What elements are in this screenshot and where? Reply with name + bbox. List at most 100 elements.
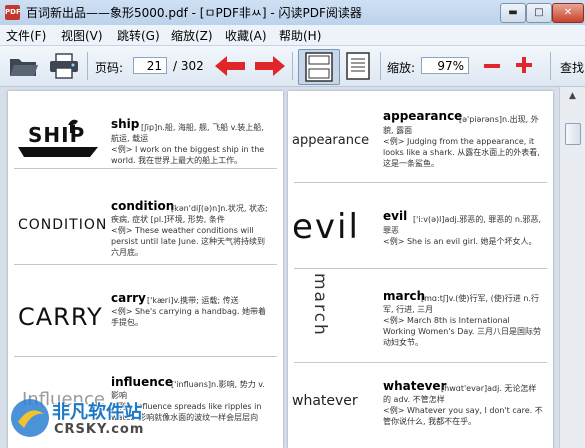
march-phonetic: [mɑ:tʃ]v.(使)行军, (使)行进 n.行军, 行进, 三月 xyxy=(383,294,540,314)
page-label: 页码: xyxy=(95,61,124,75)
entry-carry: CARRY carry ['kæri]v.携带; 运载; 传送 <例> She'… xyxy=(8,279,283,357)
appearance-definition: [ə'piərəns]n.出现, 外貌, 露面 <例> Judging from… xyxy=(383,114,543,169)
entry-ship: SHIP ship [ʃip]n.船, 海船, 舰, 飞船 v.装上船, 航运,… xyxy=(8,91,283,169)
entry-appearance: appearance appearance [ə'piərəns]n.出现, 外… xyxy=(288,91,553,183)
march-example: <例> March 8th is International Working W… xyxy=(383,315,543,348)
watermark-text-en: CRSKY.com xyxy=(54,422,145,437)
next-page-icon[interactable] xyxy=(254,55,286,77)
evil-example-text: She is an evil girl. 她是个坏女人。 xyxy=(406,237,537,246)
condition-phonetic: [kən'diʃ(ə)n]n.状况, 状态; 疾病, 症状 [pl.]环境, 形… xyxy=(111,204,268,224)
maximize-button[interactable]: □ xyxy=(526,3,552,23)
zoom-in-icon[interactable] xyxy=(515,56,533,74)
condition-example-text: These weather conditions will persist un… xyxy=(111,226,266,257)
condition-example: <例> These weather conditions will persis… xyxy=(111,225,271,258)
ship-example-text: I work on the biggest ship in the world.… xyxy=(111,145,265,165)
carry-logo-image: CARRY xyxy=(18,303,103,331)
march-logo-image: march xyxy=(310,273,330,337)
scroll-up-arrow-icon[interactable]: ▲ xyxy=(565,91,580,105)
entry-evil: evil evil ['i:v(ə)l]adj.邪恶的, 罪恶的 n.邪恶, 罪… xyxy=(288,191,553,269)
march-example-text: March 8th is International Working Women… xyxy=(383,316,541,347)
menu-help[interactable]: 帮助(H) xyxy=(279,27,321,44)
watermark: 非凡软件站 CRSKY.com xyxy=(8,392,158,444)
menu-zoom[interactable]: 缩放(Z) xyxy=(171,27,213,44)
example-marker: <例> xyxy=(383,137,405,146)
appearance-example: <例> Judging from the appearance, it look… xyxy=(383,136,543,169)
menu-bar: 文件(F) 视图(V) 跳转(G) 缩放(Z) 收藏(A) 帮助(H) xyxy=(0,25,585,46)
ship-logo-image: SHIP xyxy=(18,117,98,157)
toolbar-separator xyxy=(380,52,381,80)
pdf-page-right: appearance appearance [ə'piərəns]n.出现, 外… xyxy=(288,91,553,448)
carry-example-text: She's carrying a handbag. 她带着手提包。 xyxy=(111,307,267,327)
scroll-thumb[interactable] xyxy=(565,123,581,145)
entry-march: march march [mɑ:tʃ]v.(使)行军, (使)行进 n.行军, … xyxy=(288,271,553,363)
menu-favorites[interactable]: 收藏(A) xyxy=(225,27,267,44)
example-marker: <例> xyxy=(111,226,133,235)
evil-phonetic: ['i:v(ə)l]adj.邪恶的, 罪恶的 n.邪恶, 罪恶 xyxy=(383,215,542,235)
print-icon[interactable] xyxy=(49,53,79,79)
toolbar-separator xyxy=(292,52,293,80)
zoom-out-icon[interactable] xyxy=(483,58,501,74)
appearance-example-text: Judging from the appearance, it looks li… xyxy=(383,137,540,168)
entry-divider xyxy=(294,182,547,183)
carry-phonetic: ['kæri]v.携带; 运载; 传送 xyxy=(147,296,239,305)
window-title: 百词新出品——象形5000.pdf - [ㅁPDF非ㅆ] - 闪读PDF阅读器 xyxy=(26,6,362,20)
whatever-logo-image: whatever xyxy=(292,393,358,409)
example-marker: <例> xyxy=(383,406,405,415)
march-definition: [mɑ:tʃ]v.(使)行军, (使)行进 n.行军, 行进, 三月 <例> M… xyxy=(383,293,543,348)
close-icon: ✕ xyxy=(563,7,573,18)
ship-logo-text: SHIP xyxy=(28,123,86,147)
toolbar: 页码: / 302 缩放: 查找 xyxy=(0,46,585,87)
single-page-icon xyxy=(305,52,333,82)
continuous-view-icon[interactable] xyxy=(344,52,372,80)
menu-goto[interactable]: 跳转(G) xyxy=(117,27,160,44)
search-button[interactable]: 查找 xyxy=(560,59,584,76)
single-page-view-button[interactable] xyxy=(298,49,340,85)
close-button[interactable]: ✕ xyxy=(552,3,584,23)
example-marker: <例> xyxy=(383,316,405,325)
appearance-phonetic: [ə'piərəns]n.出现, 外貌, 露面 xyxy=(383,115,539,135)
evil-example: <例> She is an evil girl. 她是个坏女人。 xyxy=(383,236,543,247)
entry-condition: CONDITION condition [kən'diʃ(ə)n]n.状况, 状… xyxy=(8,187,283,265)
open-folder-icon[interactable] xyxy=(8,54,40,78)
menu-file[interactable]: 文件(F) xyxy=(6,27,46,44)
appearance-logo-image: appearance xyxy=(292,133,370,148)
entry-divider xyxy=(14,168,277,169)
whatever-example: <例> Whatever you say, I don't care. 不管你说… xyxy=(383,405,543,427)
example-marker: <例> xyxy=(383,237,405,246)
carry-example: <例> She's carrying a handbag. 她带着手提包。 xyxy=(111,306,271,328)
evil-definition: ['i:v(ə)l]adj.邪恶的, 罪恶的 n.邪恶, 罪恶 <例> She … xyxy=(383,214,543,247)
zoom-label: 缩放: xyxy=(387,61,416,75)
toolbar-separator xyxy=(550,52,551,80)
condition-definition: [kən'diʃ(ə)n]n.状况, 状态; 疾病, 症状 [pl.]环境, 形… xyxy=(111,203,271,258)
entry-divider xyxy=(294,268,547,269)
example-marker: <例> xyxy=(111,145,133,154)
evil-logo-image: evil xyxy=(292,207,360,247)
whatever-example-text: Whatever you say, I don't care. 不管你说什么, … xyxy=(383,406,543,426)
entry-whatever: whatever whatever [hwɑt'evər]adj. 无论怎样的 … xyxy=(288,367,553,448)
minimize-icon: ▬ xyxy=(508,7,518,18)
previous-page-icon[interactable] xyxy=(214,55,246,77)
condition-logo-image: CONDITION xyxy=(18,217,108,233)
menu-view[interactable]: 视图(V) xyxy=(61,27,103,44)
page-number-input[interactable] xyxy=(133,57,167,74)
title-bar: PDF 百词新出品——象形5000.pdf - [ㅁPDF非ㅆ] - 闪读PDF… xyxy=(0,0,585,25)
entry-divider xyxy=(294,362,547,363)
example-marker: <例> xyxy=(111,307,133,316)
whatever-phonetic: [hwɑt'evər]adj. 无论怎样的 adv. 不管怎样 xyxy=(383,384,537,404)
carry-definition: ['kæri]v.携带; 运载; 传送 <例> She's carrying a… xyxy=(111,295,271,328)
entry-divider xyxy=(14,356,277,357)
zoom-input[interactable] xyxy=(421,57,469,74)
maximize-icon: □ xyxy=(534,7,544,18)
minimize-button[interactable]: ▬ xyxy=(500,3,526,23)
vertical-scrollbar[interactable]: ▲ xyxy=(559,87,585,448)
watermark-logo-icon xyxy=(11,399,49,437)
ship-definition: [ʃip]n.船, 海船, 舰, 飞船 v.装上船, 航运, 载运 <例> I … xyxy=(111,122,271,166)
page-total: / 302 xyxy=(173,59,204,73)
app-icon: PDF xyxy=(5,5,21,20)
whatever-definition: [hwɑt'evər]adj. 无论怎样的 adv. 不管怎样 <例> What… xyxy=(383,383,543,427)
ship-phonetic: [ʃip]n.船, 海船, 舰, 飞船 v.装上船, 航运, 载运 xyxy=(111,123,264,143)
ship-example: <例> I work on the biggest ship in the wo… xyxy=(111,144,271,166)
toolbar-separator xyxy=(87,52,88,80)
entry-divider xyxy=(14,264,277,265)
watermark-text-cn: 非凡软件站 xyxy=(52,402,142,423)
